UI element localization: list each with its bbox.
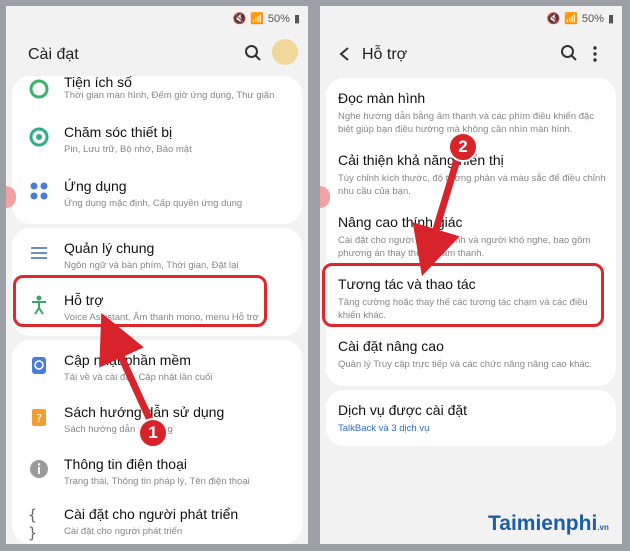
watermark-text: Taimienphi <box>488 512 598 535</box>
step-badge-2: 2 <box>448 132 478 162</box>
watermark-logo: Taimienphi.vn <box>488 512 609 536</box>
arrow-to-accessibility <box>99 312 154 422</box>
step-badge-1: 1 <box>138 418 168 448</box>
annotation-arrows <box>99 148 464 422</box>
watermark-suffix: .vn <box>597 523 609 532</box>
arrow-to-interaction <box>412 148 464 277</box>
